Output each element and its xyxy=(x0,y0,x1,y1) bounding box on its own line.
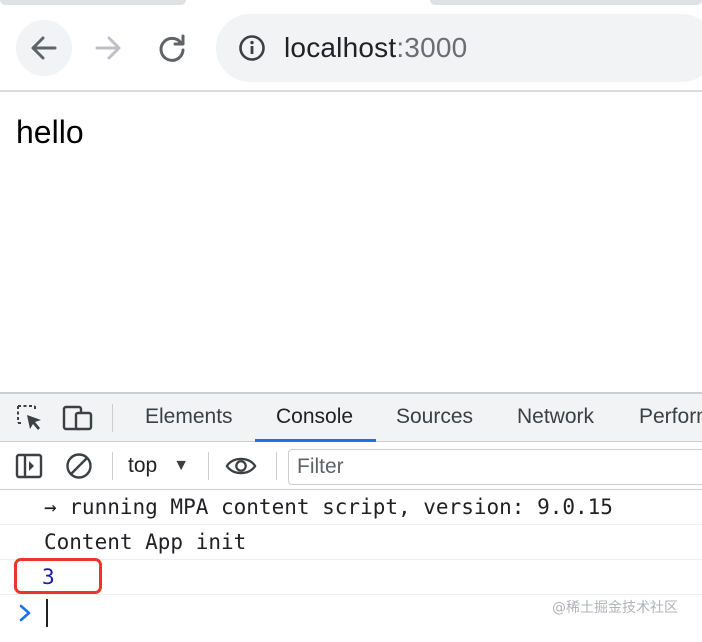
chevron-right-icon xyxy=(19,604,31,622)
console-toolbar: top ▼ xyxy=(0,442,702,490)
eye-icon xyxy=(225,457,257,475)
inspect-element-button[interactable] xyxy=(14,402,46,434)
reload-button[interactable] xyxy=(144,20,200,76)
devtools-panel: Elements Console Sources Network Perform… xyxy=(0,392,702,642)
reload-icon xyxy=(159,34,185,62)
tab-sources[interactable]: Sources xyxy=(396,394,473,442)
device-toolbar-button[interactable] xyxy=(62,402,94,434)
watermark: @稀土掘金技术社区 xyxy=(552,600,678,616)
console-message: Content App init xyxy=(0,525,702,560)
url-port: :3000 xyxy=(396,32,468,63)
live-expression-button[interactable] xyxy=(225,450,257,482)
browser-toolbar: localhost:3000 xyxy=(0,6,702,90)
show-sidebar-button[interactable] xyxy=(13,450,45,482)
clear-console-button[interactable] xyxy=(63,450,95,482)
tab-elements[interactable]: Elements xyxy=(145,394,233,442)
address-bar[interactable]: localhost:3000 xyxy=(216,14,702,82)
context-value: top xyxy=(128,454,158,477)
info-icon[interactable] xyxy=(238,34,266,62)
toolbar-separator xyxy=(276,452,277,480)
annotation-highlight-box xyxy=(14,558,102,594)
text-cursor xyxy=(46,599,48,627)
console-message: → running MPA content script, version: 9… xyxy=(0,490,702,525)
tab-console[interactable]: Console xyxy=(276,394,353,442)
inspect-icon xyxy=(17,405,41,430)
arrow-left-icon xyxy=(31,36,57,60)
devtools-tab-bar: Elements Console Sources Network Perform xyxy=(0,394,702,442)
clear-icon xyxy=(66,453,92,479)
console-message-text: → running MPA content script, version: 9… xyxy=(44,495,613,519)
toolbar-separator xyxy=(112,452,113,480)
page-body-text: hello xyxy=(16,114,84,150)
arrow-right-icon xyxy=(95,36,121,60)
caret-down-icon: ▼ xyxy=(173,457,190,474)
console-filter-input[interactable] xyxy=(288,449,702,485)
console-message: 3 xyxy=(0,560,702,595)
device-toggle-icon xyxy=(62,405,93,431)
tab-performance[interactable]: Perform xyxy=(639,394,702,442)
console-output: → running MPA content script, version: 9… xyxy=(0,490,702,642)
forward-button[interactable] xyxy=(80,20,136,76)
url-text[interactable]: localhost:3000 xyxy=(284,32,467,64)
javascript-context-select[interactable]: top ▼ xyxy=(128,450,189,482)
tab-network[interactable]: Network xyxy=(517,394,594,442)
sidebar-toggle-icon xyxy=(15,453,43,479)
console-message-text: Content App init xyxy=(44,530,247,554)
browser-tab[interactable] xyxy=(0,0,186,5)
page-viewport: hello xyxy=(0,92,702,392)
browser-tab[interactable] xyxy=(430,0,702,5)
back-button[interactable] xyxy=(16,20,72,76)
toolbar-separator xyxy=(112,404,113,432)
toolbar-separator xyxy=(208,452,209,480)
url-host: localhost xyxy=(284,32,397,63)
